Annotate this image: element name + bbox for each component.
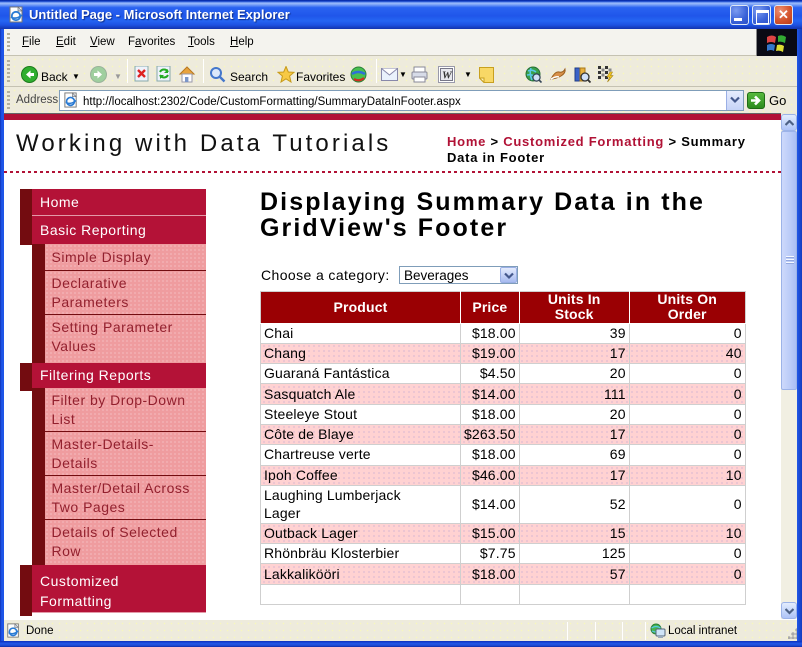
svg-text:W: W: [442, 70, 453, 82]
